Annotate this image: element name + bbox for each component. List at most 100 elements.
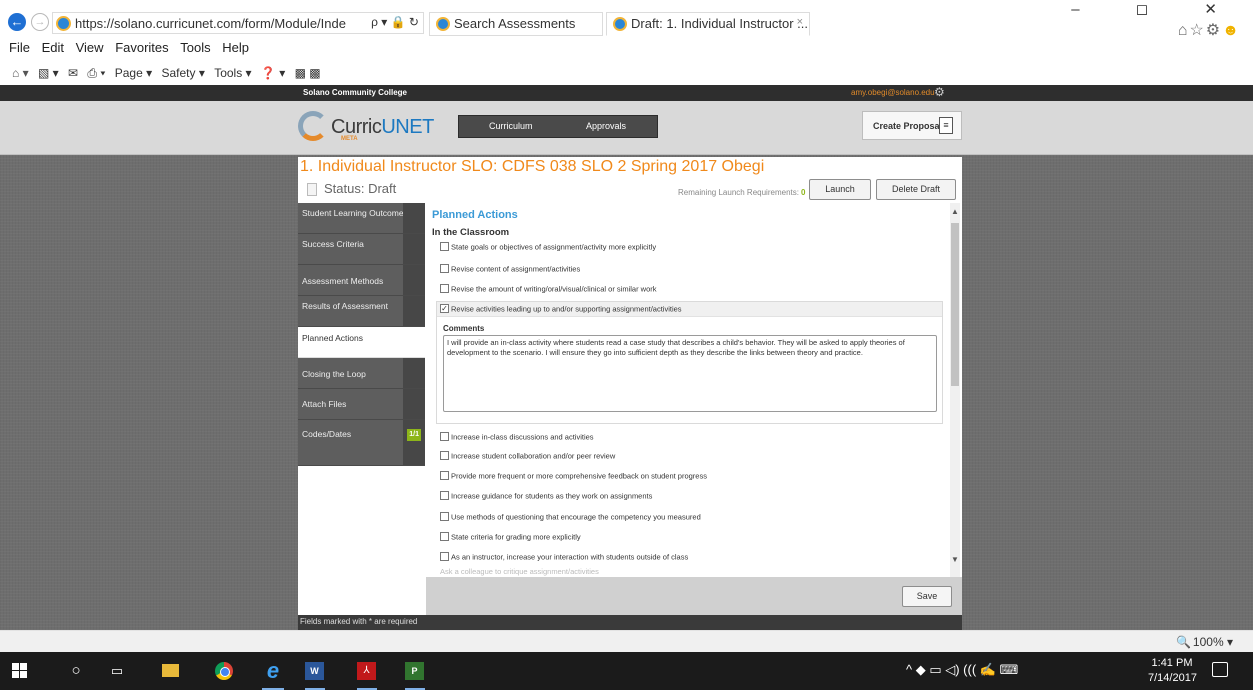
checkbox-row[interactable]: ✓ Revise activities leading up to and/or …: [440, 303, 682, 318]
scroll-up-icon[interactable]: ▲: [950, 207, 960, 216]
form-scrollbar[interactable]: ▲ ▼: [950, 203, 960, 577]
clock-date: 7/14/2017: [1148, 672, 1197, 684]
system-tray-icons[interactable]: ^ ◆ ▭ ◁) ((( ✍ ⌨: [906, 662, 1018, 678]
checkbox-row-partial[interactable]: Ask a colleague to critique assignment/a…: [440, 567, 599, 576]
section-success-criteria[interactable]: Success Criteria: [298, 234, 425, 265]
cmd-page[interactable]: Page ▾: [115, 66, 152, 80]
nav-approvals[interactable]: Approvals: [586, 121, 626, 131]
cmd-safety[interactable]: Safety ▾: [161, 66, 204, 80]
launch-button[interactable]: Launch: [809, 179, 871, 200]
print-icon[interactable]: ⎙ ▾: [87, 66, 105, 81]
section-label: Closing the Loop: [302, 369, 366, 379]
search-icon[interactable]: ○: [67, 661, 85, 681]
onenote-icon[interactable]: ▩ ▩: [295, 66, 321, 80]
checkbox-label: As an instructor, increase your interact…: [451, 552, 689, 562]
checkbox[interactable]: [440, 490, 449, 500]
menu-help[interactable]: Help: [222, 40, 249, 55]
feeds-icon[interactable]: ▧ ▾: [38, 66, 59, 80]
menu-tools[interactable]: Tools: [180, 40, 210, 55]
checkbox-label: Revise the amount of writing/oral/visual…: [451, 284, 657, 294]
zoom-control[interactable]: 🔍 100% ▾: [1176, 635, 1233, 649]
checkbox[interactable]: [440, 450, 449, 460]
tab-close-icon[interactable]: ×: [797, 16, 803, 28]
section-attach-files[interactable]: Attach Files: [298, 389, 425, 420]
section-label: Success Criteria: [302, 239, 364, 249]
comments-textarea[interactable]: I will provide an in-class activity wher…: [443, 335, 937, 412]
delete-draft-button[interactable]: Delete Draft: [876, 179, 956, 200]
mail-icon[interactable]: ✉: [68, 66, 78, 80]
checkbox[interactable]: [440, 263, 449, 273]
checkbox-checked[interactable]: ✓: [440, 303, 449, 313]
checkbox-row[interactable]: Increase guidance for students as they w…: [440, 490, 652, 505]
checkbox-row[interactable]: Provide more frequent or more comprehens…: [440, 470, 707, 485]
checkbox[interactable]: [440, 511, 449, 521]
user-email-link[interactable]: amy.obegi@solano.edu: [851, 88, 935, 97]
browser-toolbar-icons[interactable]: ⌂☆⚙☻: [1178, 20, 1241, 40]
tab-search-assessments[interactable]: Search Assessments: [429, 12, 603, 36]
section-assessment-methods[interactable]: Assessment Methods: [298, 265, 425, 296]
zoom-dropdown-icon[interactable]: ▾: [1227, 635, 1233, 649]
curricunet-logo[interactable]: CurricUNET META: [298, 111, 438, 149]
section-planned-actions[interactable]: Planned Actions: [298, 327, 425, 358]
save-button[interactable]: Save: [902, 586, 952, 607]
scroll-thumb[interactable]: [951, 223, 959, 386]
window-controls[interactable]: – ◻ ✕: [1071, 0, 1243, 18]
checkbox-row[interactable]: Increase student collaboration and/or pe…: [440, 450, 616, 465]
section-closing-the-loop[interactable]: Closing the Loop: [298, 358, 425, 389]
checkbox-row[interactable]: Revise the amount of writing/oral/visual…: [440, 283, 657, 298]
feedback-smiley-icon[interactable]: ☻: [1222, 22, 1241, 39]
checkbox[interactable]: [440, 531, 449, 541]
checkbox-label: Increase student collaboration and/or pe…: [451, 451, 616, 461]
checked-row[interactable]: ✓ Revise activities leading up to and/or …: [437, 302, 942, 317]
address-bar[interactable]: https://solano.curricunet.com/form/Modul…: [52, 12, 424, 34]
clock[interactable]: 1:41 PM 7/14/2017: [1148, 656, 1197, 686]
checkbox[interactable]: [440, 283, 449, 293]
project-icon[interactable]: P: [405, 661, 425, 690]
menu-edit[interactable]: Edit: [42, 40, 64, 55]
scroll-down-icon[interactable]: ▼: [950, 555, 960, 564]
checkbox-row[interactable]: Revise content of assignment/activities: [440, 263, 580, 278]
create-proposal-button[interactable]: Create Proposal ≡: [862, 111, 962, 140]
home-star-gear-icons[interactable]: ⌂☆⚙: [1178, 22, 1222, 39]
gear-icon[interactable]: ⚙: [934, 85, 945, 99]
chrome-icon[interactable]: [215, 661, 233, 681]
help-icon[interactable]: ❓ ▾: [261, 66, 285, 80]
section-label: Attach Files: [302, 399, 347, 409]
create-proposal-label: Create Proposal: [873, 121, 943, 131]
checkbox-row[interactable]: State goals or objectives of assignment/…: [440, 241, 656, 256]
notifications-icon[interactable]: [1212, 662, 1228, 677]
task-view-icon[interactable]: ▭: [108, 661, 126, 681]
checkbox-row[interactable]: Increase in-class discussions and activi…: [440, 431, 594, 446]
checkbox[interactable]: [440, 470, 449, 480]
section-label: Results of Assessment: [302, 301, 388, 311]
file-explorer-icon[interactable]: [162, 661, 180, 681]
address-bar-icons[interactable]: ρ ▾ 🔒 ↻: [371, 15, 419, 29]
checkbox-row[interactable]: State criteria for grading more explicit…: [440, 531, 581, 546]
word-icon[interactable]: W: [305, 661, 325, 690]
section-results-of-assessment[interactable]: Results of Assessment: [298, 296, 425, 327]
page-title: 1. Individual Instructor SLO: CDFS 038 S…: [300, 158, 765, 175]
menu-favorites[interactable]: Favorites: [115, 40, 168, 55]
forward-button[interactable]: →: [31, 13, 49, 31]
section-student-learning-outcome[interactable]: Student Learning Outcome: [298, 203, 425, 234]
tab-draft-instructor[interactable]: Draft: 1. Individual Instructor ... ×: [606, 12, 810, 36]
checkbox-label: Revise activities leading up to and/or s…: [451, 304, 682, 314]
cmd-tools[interactable]: Tools ▾: [214, 66, 251, 80]
document-add-icon: ≡: [939, 117, 953, 134]
internet-explorer-icon[interactable]: e: [262, 660, 284, 690]
nav-curriculum[interactable]: Curriculum: [489, 121, 533, 131]
windows-start-icon[interactable]: [10, 661, 30, 681]
checkbox-row[interactable]: As an instructor, increase your interact…: [440, 551, 689, 566]
menu-file[interactable]: File: [9, 40, 30, 55]
section-codes-dates[interactable]: Codes/Dates 1/1: [298, 420, 425, 466]
address-url[interactable]: https://solano.curricunet.com/form/Modul…: [75, 16, 346, 31]
checkbox[interactable]: [440, 431, 449, 441]
required-note: Fields marked with * are required: [300, 617, 418, 626]
checkbox[interactable]: [440, 241, 449, 251]
checkbox[interactable]: [440, 551, 449, 561]
back-button[interactable]: ←: [8, 13, 26, 31]
acrobat-icon[interactable]: ⅄: [357, 661, 377, 690]
menu-view[interactable]: View: [76, 40, 104, 55]
checkbox-row[interactable]: Use methods of questioning that encourag…: [440, 511, 701, 526]
home-icon[interactable]: ⌂ ▾: [12, 66, 29, 80]
